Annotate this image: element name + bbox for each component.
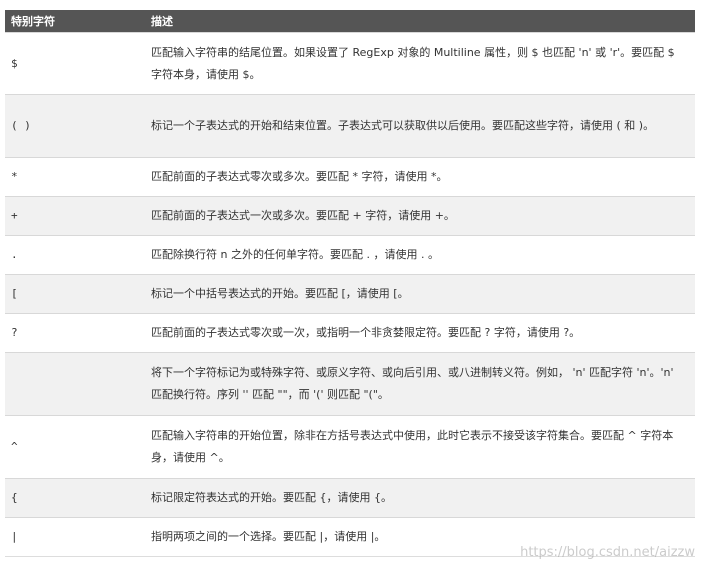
description-text: 匹配输入字符串的结尾位置。如果设置了 RegExp 对象的 Multiline … [151,45,675,81]
description-text: 指明两项之间的一个选择。要匹配 |，请使用 |。 [151,530,386,543]
table-row: ( ) 标记一个子表达式的开始和结束位置。子表达式可以获取供以后使用。要匹配这些字… [5,94,695,157]
description-cell: 匹配除换行符 n 之外的任何单字符。要匹配 . ，请使用 . 。 [147,236,695,274]
special-char-cell: ^ [11,440,18,453]
description-cell: 匹配输入字符串的结尾位置。如果设置了 RegExp 对象的 Multiline … [147,33,695,94]
description-text: 将下一个字符标记为或特殊字符、或原义字符、或向后引用、或八进制转义符。例如， '… [151,366,674,401]
description-text: 标记限定符表达式的开始。要匹配 {，请使用 {。 [151,491,392,504]
table-row: 将下一个字符标记为或特殊字符、或原义字符、或向后引用、或八进制转义符。例如， '… [5,352,695,415]
special-char-cell: + [11,209,18,222]
description-cell: 匹配前面的子表达式零次或一次，或指明一个非贪婪限定符。要匹配 ? 字符，请使用 … [147,314,695,352]
description-cell: 匹配输入字符串的开始位置，除非在方括号表达式中使用，此时它表示不接受该字符集合。… [147,416,695,478]
special-char-cell: ? [11,326,18,339]
table-header: 特别字符 描述 [5,10,695,32]
description-text: 标记一个子表达式的开始和结束位置。子表达式可以获取供以后使用。要匹配这些字符，请… [151,119,655,132]
description-text: 匹配除换行符 n 之外的任何单字符。要匹配 . ，请使用 . 。 [151,248,439,261]
table-row: . 匹配除换行符 n 之外的任何单字符。要匹配 . ，请使用 . 。 [5,235,695,274]
description-text: 匹配前面的子表达式零次或多次。要匹配 * 字符，请使用 *。 [151,170,448,183]
special-char-cell: * [11,170,18,183]
table-row: $ 匹配输入字符串的结尾位置。如果设置了 RegExp 对象的 Multiline… [5,32,695,94]
special-char-cell: ( ) [11,119,31,132]
description-text: 匹配前面的子表达式零次或一次，或指明一个非贪婪限定符。要匹配 ? 字符，请使用 … [151,326,581,339]
table-body: $ 匹配输入字符串的结尾位置。如果设置了 RegExp 对象的 Multiline… [5,32,695,556]
description-cell: 标记一个子表达式的开始和结束位置。子表达式可以获取供以后使用。要匹配这些字符，请… [147,95,695,157]
special-char-cell: { [11,491,18,504]
header-description: 描述 [151,15,173,28]
special-char-cell [5,353,147,415]
special-char-cell: | [11,530,18,543]
description-text: 匹配前面的子表达式一次或多次。要匹配 + 字符，请使用 +。 [151,209,455,222]
description-cell: 匹配前面的子表达式一次或多次。要匹配 + 字符，请使用 +。 [147,197,695,235]
table-row: { 标记限定符表达式的开始。要匹配 {，请使用 {。 [5,478,695,517]
table-row: ? 匹配前面的子表达式零次或一次，或指明一个非贪婪限定符。要匹配 ? 字符，请使用… [5,313,695,352]
table-row: ^ 匹配输入字符串的开始位置，除非在方括号表达式中使用，此时它表示不接受该字符集合… [5,415,695,478]
description-cell: 将下一个字符标记为或特殊字符、或原义字符、或向后引用、或八进制转义符。例如， '… [147,353,695,415]
description-cell: 匹配前面的子表达式零次或多次。要匹配 * 字符，请使用 *。 [147,158,695,196]
description-cell: 标记限定符表达式的开始。要匹配 {，请使用 {。 [147,479,695,517]
table-row: [ 标记一个中括号表达式的开始。要匹配 [，请使用 [。 [5,274,695,313]
table-row: * 匹配前面的子表达式零次或多次。要匹配 * 字符，请使用 *。 [5,157,695,196]
special-char-cell: [ [11,287,18,300]
special-characters-table: 特别字符 描述 $ 匹配输入字符串的结尾位置。如果设置了 RegExp 对象的 M… [5,10,695,557]
header-special-char: 特别字符 [11,15,55,28]
description-cell: 标记一个中括号表达式的开始。要匹配 [，请使用 [。 [147,275,695,313]
description-text: 标记一个中括号表达式的开始。要匹配 [，请使用 [。 [151,287,409,300]
description-text: 匹配输入字符串的开始位置，除非在方括号表达式中使用，此时它表示不接受该字符集合。… [151,429,674,464]
watermark: https://blog.csdn.net/aizzw [520,545,695,560]
special-char-cell: . [11,248,18,261]
table-row: + 匹配前面的子表达式一次或多次。要匹配 + 字符，请使用 +。 [5,196,695,235]
special-char-cell: $ [11,56,18,70]
